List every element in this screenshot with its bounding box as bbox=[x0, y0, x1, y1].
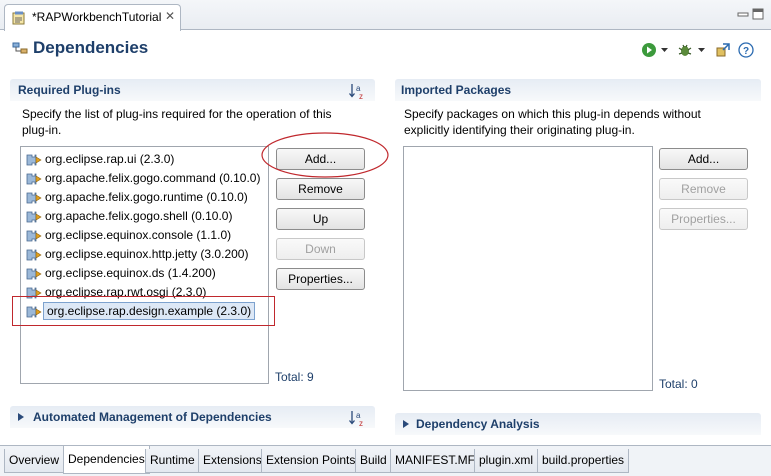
highlight-box-annotation bbox=[12, 296, 275, 326]
plugin-icon bbox=[26, 192, 42, 204]
plugin-properties-button[interactable]: Properties... bbox=[276, 268, 365, 290]
remove-package-button[interactable]: Remove bbox=[659, 178, 748, 200]
expand-arrow-icon[interactable] bbox=[17, 412, 26, 422]
chevron-down-icon[interactable] bbox=[660, 42, 669, 58]
plugin-list-item-label: org.eclipse.equinox.console (1.1.0) bbox=[45, 228, 232, 242]
plugin-icon bbox=[26, 211, 42, 223]
imported-packages-title: Imported Packages bbox=[401, 83, 512, 97]
dependency-analysis-title: Dependency Analysis bbox=[416, 417, 540, 431]
svg-text:?: ? bbox=[743, 46, 749, 57]
plugin-icon bbox=[26, 230, 42, 242]
imported-packages-description: Specify packages on which this plug-in d… bbox=[404, 106, 701, 138]
maximize-icon[interactable] bbox=[752, 8, 764, 20]
tab-manifest-mf[interactable]: MANIFEST.MF bbox=[390, 449, 480, 473]
expand-arrow-icon[interactable] bbox=[402, 419, 411, 429]
dependencies-icon bbox=[12, 42, 28, 54]
move-up-button[interactable]: Up bbox=[276, 208, 365, 230]
tab-build-properties[interactable]: build.properties bbox=[537, 449, 630, 473]
tab-plugin-xml[interactable]: plugin.xml bbox=[474, 449, 539, 473]
svg-text:z: z bbox=[359, 419, 363, 427]
description-line: explicitly identifying their originating… bbox=[404, 123, 635, 137]
tab-overview[interactable]: Overview bbox=[4, 449, 65, 473]
plugin-icon bbox=[26, 173, 42, 185]
svg-text:z: z bbox=[359, 92, 363, 100]
editor-tab[interactable]: *RAPWorkbenchTutorial ✕ bbox=[4, 4, 181, 31]
remove-plugin-button[interactable]: Remove bbox=[276, 178, 365, 200]
plugin-icon bbox=[26, 268, 42, 280]
sort-alphabetically-icon[interactable]: a z bbox=[348, 409, 366, 427]
plugin-icon bbox=[26, 249, 42, 261]
help-icon[interactable]: ? bbox=[738, 42, 754, 58]
automated-management-title: Automated Management of Dependencies bbox=[33, 410, 272, 424]
plugin-list-item-label: org.apache.felix.gogo.command (0.10.0) bbox=[45, 171, 261, 185]
sort-alphabetically-icon[interactable]: a z bbox=[348, 82, 366, 100]
tab-dependencies[interactable]: Dependencies bbox=[63, 446, 150, 474]
description-line: Specify the list of plug-ins required fo… bbox=[22, 107, 332, 121]
required-plugins-title: Required Plug-ins bbox=[18, 83, 121, 97]
highlight-ellipse-annotation bbox=[261, 132, 389, 178]
plugin-manifest-icon bbox=[12, 11, 25, 25]
export-icon[interactable] bbox=[715, 42, 731, 58]
tab-runtime[interactable]: Runtime bbox=[145, 449, 200, 473]
required-plugins-list[interactable]: org.eclipse.rap.ui (2.3.0) org.apache.fel… bbox=[20, 146, 269, 384]
imported-packages-list[interactable] bbox=[403, 146, 653, 391]
automated-management-section-header[interactable]: Automated Management of Dependencies bbox=[10, 406, 375, 428]
required-plugins-total: Total: 9 bbox=[275, 370, 314, 384]
required-plugins-section-header: Required Plug-ins bbox=[10, 79, 375, 101]
editor-tab-title: *RAPWorkbenchTutorial bbox=[32, 10, 162, 24]
chevron-down-icon[interactable] bbox=[697, 42, 706, 58]
plugin-icon bbox=[26, 154, 42, 166]
tab-extensions[interactable]: Extensions bbox=[198, 449, 267, 473]
run-icon[interactable] bbox=[641, 42, 657, 58]
plugin-list-item-label: org.apache.felix.gogo.shell (0.10.0) bbox=[45, 209, 233, 223]
page-title: Dependencies bbox=[33, 38, 149, 57]
add-package-button[interactable]: Add... bbox=[659, 148, 748, 170]
imported-packages-total: Total: 0 bbox=[659, 377, 698, 391]
minimize-icon[interactable] bbox=[737, 8, 749, 20]
imported-packages-section-header: Imported Packages bbox=[395, 79, 761, 101]
description-line: Specify packages on which this plug-in d… bbox=[404, 107, 701, 121]
plugin-list-item-label: org.eclipse.equinox.http.jetty (3.0.200) bbox=[45, 247, 249, 261]
bottom-tab-bar: Overview Dependencies Runtime Extensions… bbox=[0, 445, 771, 476]
tab-extension-points[interactable]: Extension Points bbox=[261, 449, 361, 473]
package-properties-button[interactable]: Properties... bbox=[659, 208, 748, 230]
debug-icon[interactable] bbox=[677, 42, 693, 58]
plugin-list-item-label: org.apache.felix.gogo.runtime (0.10.0) bbox=[45, 190, 248, 204]
plugin-list-item-label: org.eclipse.rap.ui (2.3.0) bbox=[45, 152, 175, 166]
tab-build[interactable]: Build bbox=[355, 449, 392, 473]
close-icon[interactable]: ✕ bbox=[165, 9, 175, 23]
move-down-button[interactable]: Down bbox=[276, 238, 365, 260]
plugin-list-item-label: org.eclipse.equinox.ds (1.4.200) bbox=[45, 266, 216, 280]
dependency-analysis-section-header[interactable]: Dependency Analysis bbox=[395, 413, 761, 435]
